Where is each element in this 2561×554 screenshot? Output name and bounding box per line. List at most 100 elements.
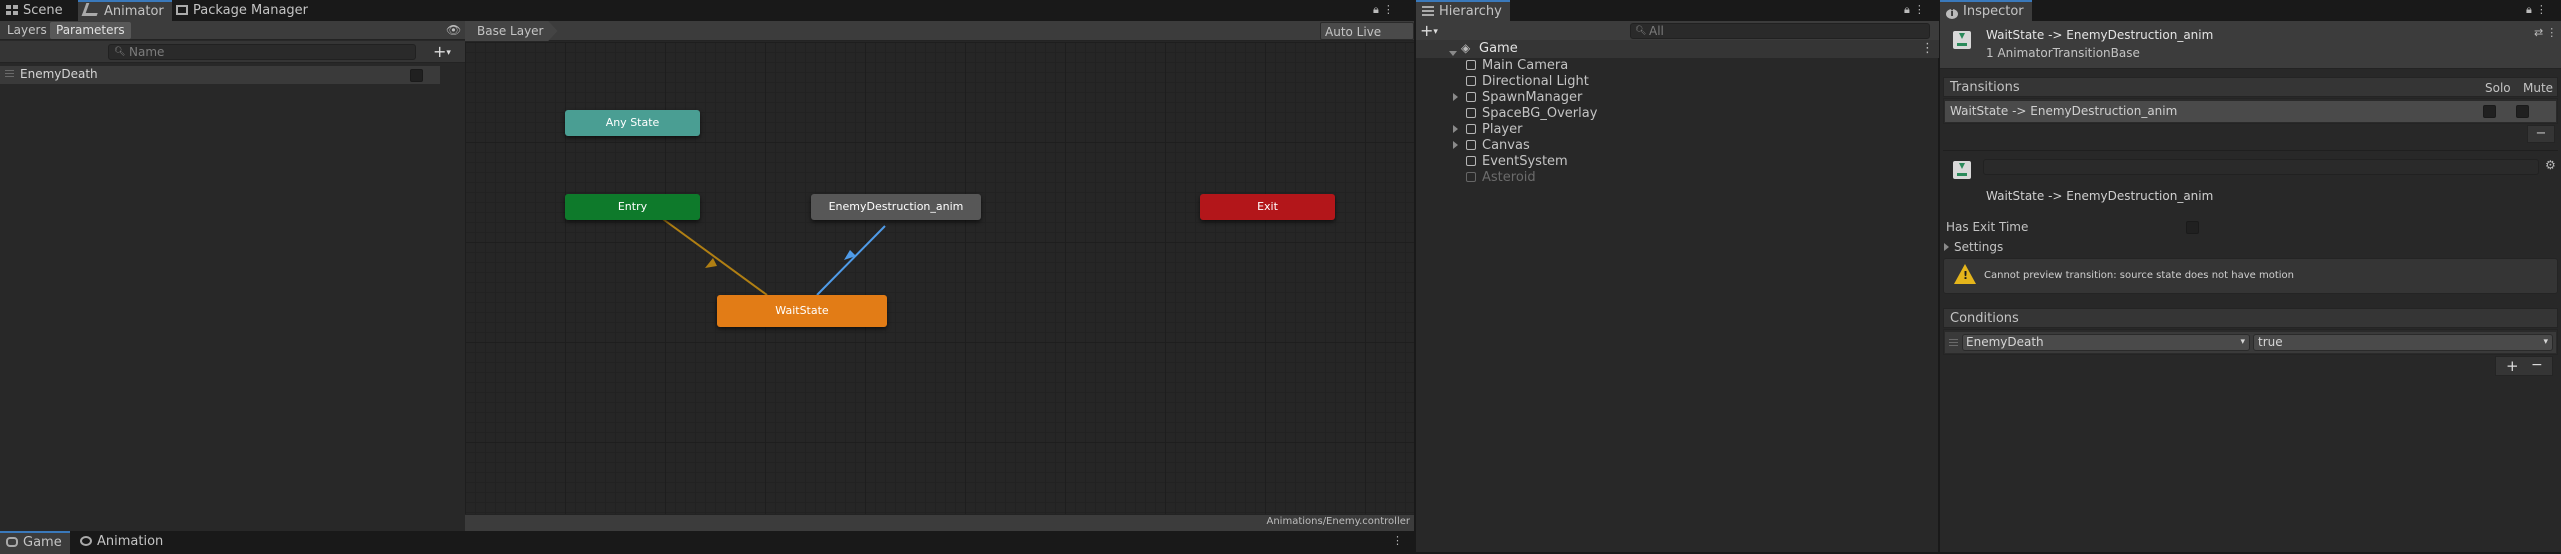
parameter-search-input[interactable]: 🔍︎ Name xyxy=(108,44,416,60)
panel-menu-icons[interactable]: 🔒︎⋮ xyxy=(1373,3,1398,17)
scene-row[interactable]: ◈ Game ⋮ xyxy=(1416,40,1939,58)
hierarchy-item[interactable]: Canvas xyxy=(1453,138,1530,154)
condition-row[interactable]: EnemyDeath ▾ true ▾ xyxy=(1945,332,2556,353)
inspector-menu-icons[interactable]: 🔒︎⋮ xyxy=(2526,3,2551,17)
condition-parameter-dropdown[interactable]: EnemyDeath ▾ xyxy=(1962,334,2250,351)
chevron-down-icon: ▾ xyxy=(1433,27,1438,37)
unity-scene-icon: ◈ xyxy=(1461,41,1471,55)
hierarchy-item[interactable]: EventSystem xyxy=(1453,154,1568,170)
inspector-subtitle: 1 AnimatorTransitionBase xyxy=(1986,46,2140,60)
transitions-header: Transitions Solo Mute xyxy=(1943,77,2558,97)
parameter-name[interactable]: EnemyDeath xyxy=(20,67,98,81)
transition-name-input[interactable] xyxy=(1983,159,2539,175)
add-condition-button[interactable]: + xyxy=(2506,357,2519,375)
condition-buttons: + − xyxy=(2495,356,2553,376)
expand-arrow-icon[interactable] xyxy=(1944,243,1949,251)
has-exit-time-label: Has Exit Time xyxy=(1946,220,2029,234)
gameobject-icon xyxy=(1466,60,1476,70)
has-exit-time-checkbox[interactable] xyxy=(2186,221,2199,234)
remove-condition-button[interactable]: − xyxy=(2531,357,2543,373)
mute-checkbox[interactable] xyxy=(2516,105,2529,118)
info-icon: i xyxy=(1946,9,1958,19)
remove-transition-button[interactable]: − xyxy=(2527,125,2555,143)
tab-animator[interactable]: Animator xyxy=(78,0,172,23)
expand-arrow-icon[interactable] xyxy=(1453,93,1458,101)
kebab-menu-icon[interactable]: ⋮ xyxy=(2546,26,2560,39)
subtab-parameters[interactable]: Parameters xyxy=(50,22,131,39)
animation-icon xyxy=(80,536,92,546)
hierarchy-item-inactive[interactable]: Asteroid xyxy=(1453,170,1536,186)
kebab-menu-icon[interactable]: ⋮ xyxy=(1914,3,1929,16)
tab-inspector[interactable]: i Inspector xyxy=(1940,0,2032,23)
tab-animation[interactable]: Animation xyxy=(74,531,171,552)
hierarchy-list-icon xyxy=(1422,6,1434,16)
kebab-menu-icon[interactable]: ⋮ xyxy=(2536,3,2551,16)
mute-label: Mute xyxy=(2523,81,2554,95)
lock-icon[interactable]: 🔒︎ xyxy=(1904,3,1914,16)
animator-graph-panel: Base Layer Auto Live Link Any State Entr… xyxy=(465,21,1414,531)
parameter-bool-checkbox[interactable] xyxy=(410,69,423,82)
tab-package-manager[interactable]: Package Manager xyxy=(170,0,316,21)
condition-value-dropdown[interactable]: true ▾ xyxy=(2253,334,2553,351)
lock-icon[interactable]: 🔒︎ xyxy=(2526,3,2536,16)
expand-arrow-icon[interactable] xyxy=(1453,125,1458,133)
hierarchy-item[interactable]: SpaceBG_Overlay xyxy=(1453,106,1597,122)
graph-canvas[interactable]: Any State Entry EnemyDestruction_anim Ex… xyxy=(465,42,1414,514)
inspector-title: WaitState -> EnemyDestruction_anim xyxy=(1986,28,2214,42)
selected-transition-line[interactable] xyxy=(816,225,886,296)
tab-hierarchy[interactable]: Hierarchy xyxy=(1416,0,1510,23)
transitions-list: WaitState -> EnemyDestruction_anim xyxy=(1943,98,2558,124)
scene-menu-icon[interactable]: ⋮ xyxy=(1921,41,1934,56)
drag-handle-icon[interactable] xyxy=(5,70,14,78)
preset-icon[interactable]: ⇄ xyxy=(2534,26,2546,39)
chevron-down-icon: ▾ xyxy=(2240,337,2245,347)
inspector-header: WaitState -> EnemyDestruction_anim 1 Ani… xyxy=(1940,21,2561,69)
transition-asset-icon xyxy=(1953,161,1971,179)
inspector-header-icons[interactable]: ⇄⋮ xyxy=(2534,26,2560,39)
gameobject-icon xyxy=(1466,172,1476,182)
hierarchy-toolbar: +▾ 🔍︎ All xyxy=(1416,21,1939,41)
lock-icon[interactable]: 🔒︎ xyxy=(1373,3,1383,16)
hierarchy-menu-icons[interactable]: 🔒︎⋮ xyxy=(1904,3,1929,17)
state-exit[interactable]: Exit xyxy=(1200,194,1335,220)
bottom-tab-bar: Game Animation ⋮ xyxy=(0,531,1414,554)
add-parameter-button[interactable]: +▾ xyxy=(433,42,451,61)
solo-label: Solo xyxy=(2485,81,2511,95)
kebab-menu-icon[interactable]: ⋮ xyxy=(1383,3,1398,16)
hierarchy-item[interactable]: SpawnManager xyxy=(1453,90,1582,106)
tab-scene[interactable]: Scene xyxy=(0,0,71,21)
create-button[interactable]: +▾ xyxy=(1420,21,1438,40)
transition-label: WaitState -> EnemyDestruction_anim xyxy=(1986,189,2214,203)
drag-handle-icon[interactable] xyxy=(1949,339,1958,346)
graph-toolbar: Base Layer Auto Live Link xyxy=(465,21,1414,57)
settings-foldout[interactable]: Settings xyxy=(1944,240,2003,254)
state-entry[interactable]: Entry xyxy=(565,194,700,220)
tab-game[interactable]: Game xyxy=(0,531,70,554)
warning-box: ! Cannot preview transition: source stat… xyxy=(1943,258,2558,294)
solo-checkbox[interactable] xyxy=(2483,105,2496,118)
state-wait-state[interactable]: WaitState xyxy=(717,295,887,327)
hierarchy-item[interactable]: Player xyxy=(1453,122,1522,138)
conditions-header: Conditions xyxy=(1943,308,2558,328)
parameter-row[interactable]: EnemyDeath xyxy=(0,66,440,84)
hierarchy-search-input[interactable]: 🔍︎ All xyxy=(1630,23,1930,39)
inspector-panel: i Inspector 🔒︎⋮ WaitState -> EnemyDestruc… xyxy=(1939,0,2561,552)
warning-text: Cannot preview transition: source state … xyxy=(1984,270,2294,281)
transition-row[interactable]: WaitState -> EnemyDestruction_anim xyxy=(1945,101,2556,122)
package-icon xyxy=(176,5,188,15)
search-icon: 🔍︎ xyxy=(1635,26,1647,36)
eye-icon[interactable]: 👁︎ xyxy=(446,23,461,37)
bottom-kebab-menu-icon[interactable]: ⋮ xyxy=(1392,534,1407,547)
subtab-layers[interactable]: Layers xyxy=(2,22,52,39)
breadcrumb[interactable]: Base Layer xyxy=(465,21,558,41)
scene-name: Game xyxy=(1479,41,1518,56)
expand-arrow-icon[interactable] xyxy=(1453,141,1458,149)
auto-live-link-toggle[interactable]: Auto Live Link xyxy=(1320,22,1414,57)
state-any-state[interactable]: Any State xyxy=(565,110,700,136)
state-enemy-destruction-anim[interactable]: EnemyDestruction_anim xyxy=(811,194,981,220)
settings-gear-icon[interactable]: ⚙ xyxy=(2545,158,2556,172)
transition-asset-icon xyxy=(1953,31,1971,49)
hierarchy-item[interactable]: Main Camera xyxy=(1453,58,1568,74)
animator-icon xyxy=(81,3,102,16)
hierarchy-item[interactable]: Directional Light xyxy=(1453,74,1589,90)
